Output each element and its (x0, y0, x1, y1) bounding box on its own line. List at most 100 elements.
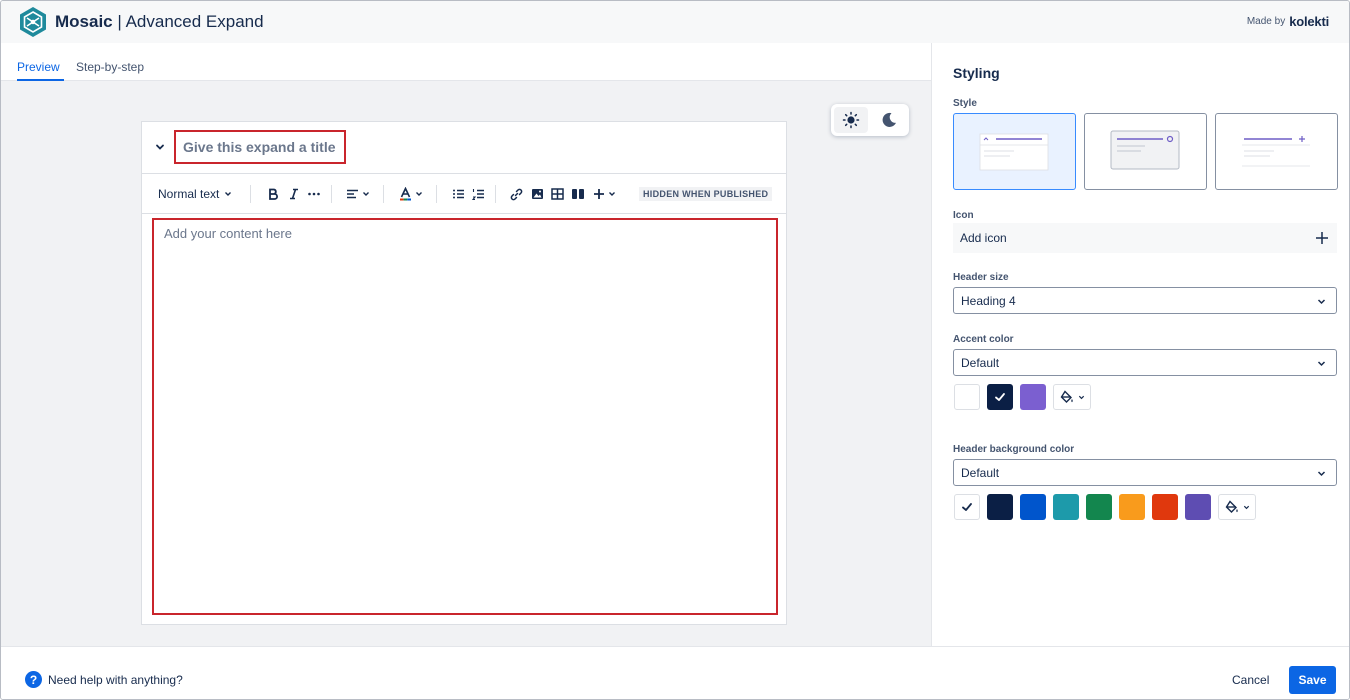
editor-toolbar: Normal text HIDDEN WHEN PUBLISHED (142, 174, 786, 214)
header-background-swatch[interactable] (1086, 494, 1112, 520)
header-background-swatch[interactable] (1020, 494, 1046, 520)
app-window: Mosaic | Advanced Expand Made by kolekti… (0, 0, 1350, 700)
accent-color-swatch[interactable] (954, 384, 980, 410)
hidden-when-published-badge: HIDDEN WHEN PUBLISHED (639, 187, 773, 201)
chevron-down-icon[interactable] (154, 141, 166, 153)
italic-button[interactable] (288, 174, 300, 214)
add-icon-button[interactable]: Add icon (953, 223, 1337, 253)
expand-content-area[interactable]: Add your content here (152, 218, 778, 615)
header-background-swatch[interactable] (954, 494, 980, 520)
kolekti-brand: kolekti (1289, 14, 1329, 29)
italic-icon (290, 188, 298, 200)
header-size-value: Heading 4 (961, 293, 1016, 308)
bullet-list-icon (453, 189, 464, 199)
text-color-dropdown[interactable] (399, 174, 423, 214)
header-background-color-select[interactable]: Default (953, 459, 1337, 486)
moon-icon (882, 112, 896, 127)
image-button[interactable] (531, 174, 544, 214)
chevron-down-icon (416, 192, 422, 196)
layout-button[interactable] (571, 174, 585, 214)
style-option-minimal[interactable] (953, 113, 1076, 190)
plus-icon (594, 189, 604, 199)
link-icon (510, 188, 523, 200)
chevron-down-icon (1243, 505, 1249, 509)
numbered-list-icon (472, 189, 484, 200)
chevron-down-icon (1317, 471, 1326, 477)
save-button[interactable]: Save (1289, 666, 1336, 694)
tab-step-by-step[interactable]: Step-by-step (76, 60, 144, 74)
accent-color-custom-color-picker[interactable] (1053, 384, 1091, 410)
panel-title: Styling (953, 65, 1000, 81)
style-preview-minimal (979, 133, 1049, 171)
app-title: Mosaic | Advanced Expand (55, 12, 264, 32)
made-by: Made by kolekti (1247, 14, 1329, 29)
chevron-down-icon (609, 192, 615, 196)
header-size-label: Header size (953, 272, 1009, 283)
app-subtitle: Advanced Expand (125, 12, 264, 31)
accent-color-value: Default (961, 355, 1000, 370)
bullet-list-button[interactable] (452, 174, 465, 214)
style-option-boxed[interactable] (1084, 113, 1207, 190)
header-background-swatch[interactable] (1053, 494, 1079, 520)
made-by-label: Made by (1246, 16, 1286, 27)
align-dropdown[interactable] (346, 174, 370, 214)
bold-button[interactable] (267, 174, 279, 214)
header-background-custom-color-picker[interactable] (1218, 494, 1256, 520)
icon-label: Icon (953, 210, 974, 221)
style-option-lined[interactable] (1215, 113, 1338, 190)
toolbar-divider (383, 185, 384, 203)
app-name: Mosaic (55, 12, 113, 31)
toolbar-divider (250, 185, 251, 203)
accent-color-select[interactable]: Default (953, 349, 1337, 376)
toolbar-divider (436, 185, 437, 203)
style-label: Style (953, 98, 977, 109)
checkmark-icon (962, 503, 972, 511)
expand-title-input[interactable]: Give this expand a title (174, 130, 346, 164)
tab-bar: Preview Step-by-step (1, 43, 931, 81)
preview-area: Give this expand a title Normal text HID… (1, 81, 931, 646)
table-button[interactable] (551, 174, 564, 214)
more-formatting-icon (308, 192, 320, 196)
style-preview-boxed (1110, 130, 1180, 170)
paint-bucket-icon (1060, 390, 1073, 403)
header-size-select[interactable]: Heading 4 (953, 287, 1337, 314)
footer: ? Need help with anything? Cancel Save (1, 646, 1349, 699)
insert-dropdown[interactable] (593, 174, 616, 214)
numbered-list-button[interactable] (472, 174, 485, 214)
more-formatting-button[interactable] (307, 174, 321, 214)
accent-color-label: Accent color (953, 334, 1014, 345)
mosaic-logo-icon (20, 7, 46, 37)
help-icon: ? (25, 671, 42, 688)
link-button[interactable] (510, 174, 523, 214)
help-link[interactable]: ? Need help with anything? (25, 671, 183, 688)
header-background-swatch[interactable] (1185, 494, 1211, 520)
chevron-down-icon (363, 192, 369, 196)
add-icon-label: Add icon (960, 231, 1007, 245)
content-placeholder: Add your content here (164, 226, 292, 241)
tab-preview[interactable]: Preview (17, 60, 60, 74)
cancel-button[interactable]: Cancel (1223, 666, 1278, 694)
dark-mode-button[interactable] (872, 107, 906, 133)
header-background-swatch[interactable] (987, 494, 1013, 520)
sun-icon (842, 111, 860, 129)
text-style-label: Normal text (158, 187, 220, 201)
chevron-down-icon (1317, 361, 1326, 367)
help-text: Need help with anything? (48, 672, 183, 687)
styling-panel: Styling Style Icon Add icon Header size … (931, 43, 1349, 646)
header-background-swatch[interactable] (1119, 494, 1145, 520)
accent-color-swatch[interactable] (1020, 384, 1046, 410)
layout-icon (572, 189, 584, 199)
text-style-dropdown[interactable]: Normal text (158, 174, 232, 214)
align-icon (347, 189, 358, 199)
accent-color-swatch[interactable] (987, 384, 1013, 410)
checkmark-icon (995, 393, 1005, 401)
theme-toggle (831, 104, 909, 136)
chevron-down-icon (225, 192, 232, 196)
bold-icon (269, 188, 278, 200)
light-mode-button[interactable] (834, 107, 868, 133)
toolbar-divider (331, 185, 332, 203)
image-icon (532, 189, 543, 199)
title-separator: | (112, 12, 126, 31)
header-background-swatch[interactable] (1152, 494, 1178, 520)
chevron-down-icon (1078, 395, 1084, 399)
